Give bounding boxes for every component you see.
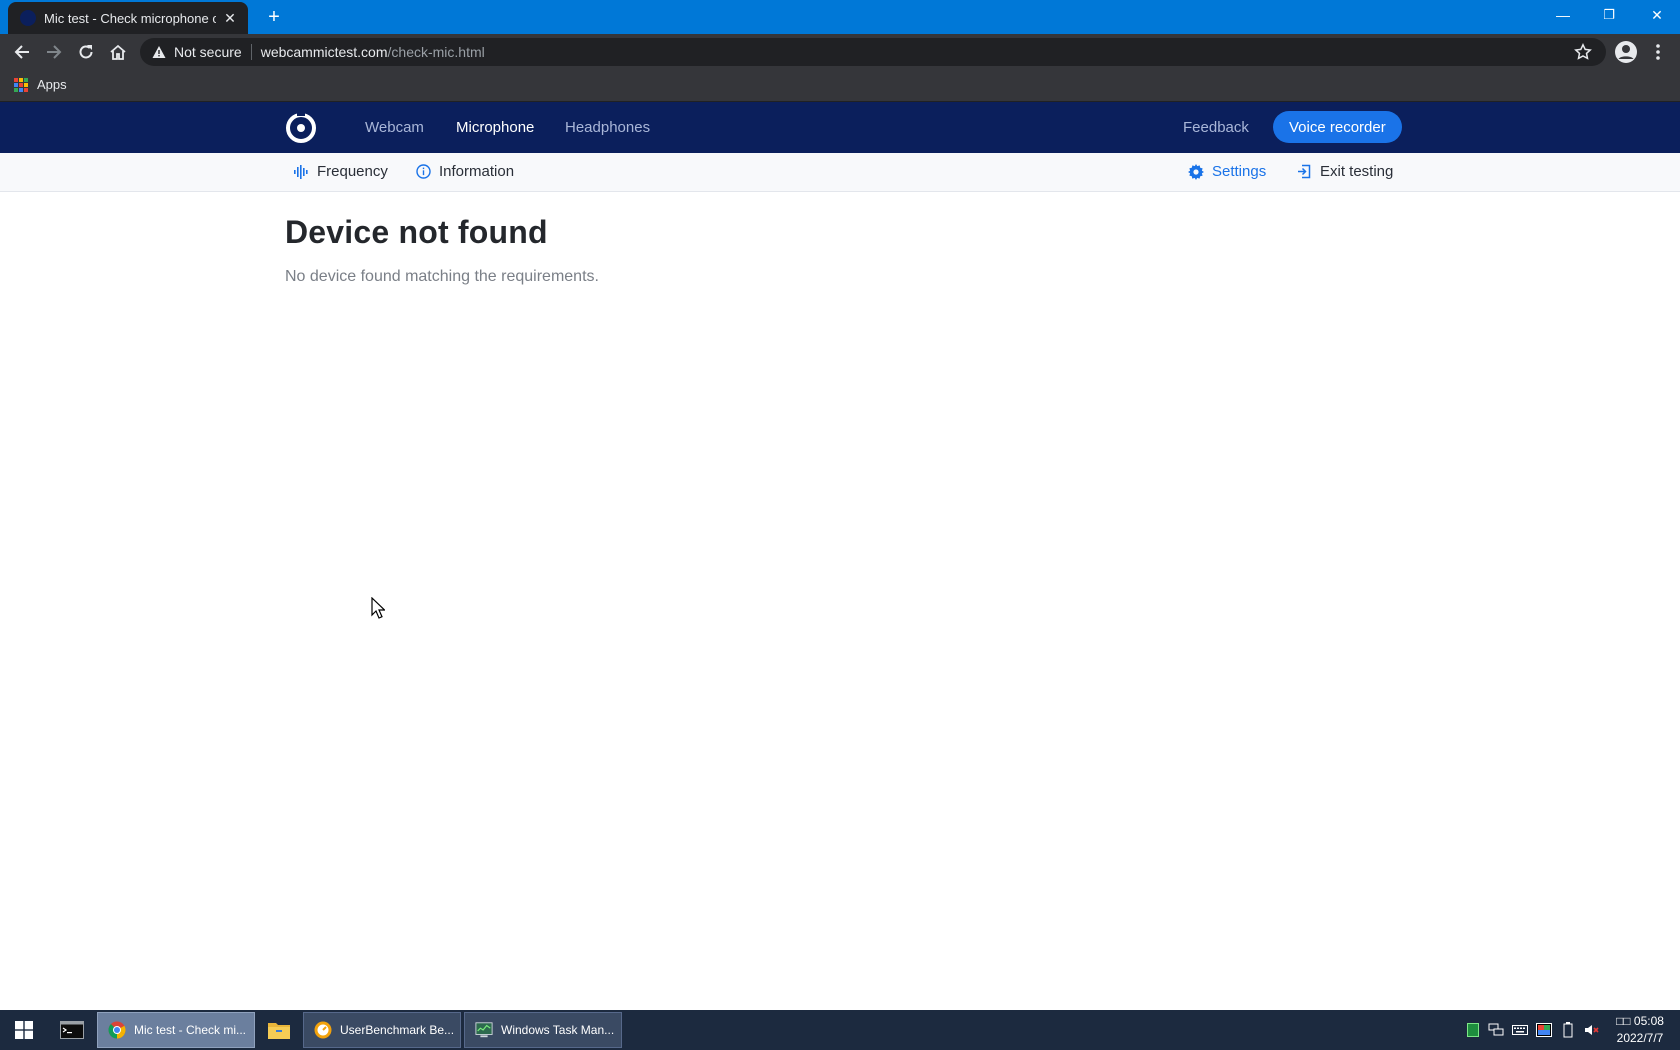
back-button[interactable] bbox=[10, 40, 34, 64]
home-icon bbox=[110, 44, 126, 60]
information-button[interactable]: Information bbox=[415, 163, 514, 180]
browser-toolbar: Not secure webcammictest.com/check-mic.h… bbox=[0, 34, 1680, 70]
browser-menu-icon[interactable] bbox=[1648, 40, 1668, 64]
taskbar-app-task-manager[interactable]: Windows Task Man... bbox=[464, 1012, 622, 1048]
exit-icon bbox=[1296, 164, 1312, 180]
home-button[interactable] bbox=[106, 40, 130, 64]
chrome-icon bbox=[108, 1021, 126, 1039]
forward-button[interactable] bbox=[42, 40, 66, 64]
exit-testing-label: Exit testing bbox=[1320, 163, 1394, 180]
info-icon bbox=[415, 164, 431, 180]
reload-icon bbox=[79, 45, 93, 59]
taskbar-clock[interactable]: □□ 05:08 2022/7/7 bbox=[1606, 1013, 1674, 1047]
voice-recorder-button[interactable]: Voice recorder bbox=[1273, 111, 1402, 143]
main-content: Device not found No device found matchin… bbox=[285, 214, 599, 286]
profile-avatar-icon[interactable] bbox=[1614, 40, 1638, 64]
tray-app-icon[interactable] bbox=[1465, 1022, 1481, 1038]
browser-titlebar: Mic test - Check microphone online ✕ + —… bbox=[0, 0, 1680, 34]
information-label: Information bbox=[439, 163, 515, 180]
apps-grid-icon bbox=[14, 77, 28, 92]
url-path: /check-mic.html bbox=[387, 44, 485, 60]
taskbar-app-chrome[interactable]: Mic test - Check mi... bbox=[97, 1012, 255, 1048]
security-label[interactable]: Not secure bbox=[174, 44, 242, 60]
clock-time: □□ 05:08 bbox=[1616, 1014, 1664, 1028]
settings-label: Settings bbox=[1212, 163, 1267, 180]
taskbar-file-explorer[interactable] bbox=[255, 1010, 303, 1050]
page-title: Device not found bbox=[285, 214, 548, 250]
warning-icon[interactable] bbox=[152, 45, 166, 59]
display-color-icon[interactable] bbox=[1536, 1022, 1552, 1038]
page-description: No device found matching the requirement… bbox=[285, 268, 599, 285]
gear-icon bbox=[1188, 163, 1204, 180]
nav-headphones[interactable]: Headphones bbox=[565, 119, 650, 136]
taskbar-terminal[interactable] bbox=[48, 1010, 96, 1050]
arrow-right-icon bbox=[47, 45, 62, 59]
url-host: webcammictest.com bbox=[260, 44, 388, 60]
bookmark-apps[interactable]: Apps bbox=[14, 77, 67, 92]
nav-webcam[interactable]: Webcam bbox=[365, 119, 424, 136]
nav-microphone[interactable]: Microphone bbox=[456, 119, 534, 136]
taskbar-app-label: UserBenchmark Be... bbox=[340, 1023, 455, 1037]
volume-muted-icon[interactable] bbox=[1584, 1022, 1600, 1038]
windows-logo-icon bbox=[15, 1021, 33, 1039]
site-header: Webcam Microphone Headphones Feedback Vo… bbox=[0, 102, 1680, 153]
battery-icon[interactable] bbox=[1560, 1022, 1576, 1038]
omnibox-separator bbox=[250, 44, 252, 60]
clock-date: 2022/7/7 bbox=[1616, 1031, 1664, 1045]
mouse-cursor-icon bbox=[371, 596, 386, 624]
bookmarks-bar: Apps bbox=[0, 70, 1680, 102]
minimize-button[interactable]: — bbox=[1540, 0, 1586, 30]
restore-button[interactable]: ❐ bbox=[1586, 0, 1632, 30]
folder-icon bbox=[268, 1023, 290, 1039]
frequency-button[interactable]: Frequency bbox=[293, 163, 388, 180]
taskbar-app-label: Windows Task Man... bbox=[501, 1023, 615, 1037]
address-bar[interactable]: Not secure webcammictest.com/check-mic.h… bbox=[140, 38, 1606, 66]
taskbar-app-userbenchmark[interactable]: UserBenchmark Be... bbox=[303, 1012, 461, 1048]
terminal-icon bbox=[60, 1021, 84, 1039]
frequency-label: Frequency bbox=[317, 163, 388, 180]
new-tab-button[interactable]: + bbox=[262, 6, 286, 28]
apps-label: Apps bbox=[37, 77, 67, 92]
site-favicon-icon bbox=[20, 10, 36, 26]
exit-testing-button[interactable]: Exit testing bbox=[1296, 163, 1393, 180]
site-logo-icon[interactable] bbox=[284, 111, 318, 145]
keyboard-icon[interactable] bbox=[1512, 1022, 1528, 1038]
close-window-button[interactable]: ✕ bbox=[1634, 0, 1680, 30]
taskbar-app-label: Mic test - Check mi... bbox=[134, 1023, 247, 1037]
arrow-left-icon bbox=[14, 45, 29, 59]
settings-button[interactable]: Settings bbox=[1188, 163, 1266, 180]
tab-title: Mic test - Check microphone online bbox=[44, 10, 216, 26]
test-toolbar: Frequency Information Settings Exit test… bbox=[0, 153, 1680, 192]
start-button[interactable] bbox=[0, 1010, 48, 1050]
windows-taskbar: Mic test - Check mi... UserBenchmark Be.… bbox=[0, 1010, 1680, 1050]
waveform-icon bbox=[293, 164, 309, 180]
task-manager-icon bbox=[475, 1021, 493, 1039]
bookmark-star-icon[interactable] bbox=[1574, 43, 1592, 66]
network-icon[interactable] bbox=[1488, 1022, 1504, 1038]
nav-feedback[interactable]: Feedback bbox=[1183, 119, 1249, 136]
userbenchmark-icon bbox=[314, 1021, 332, 1039]
reload-button[interactable] bbox=[74, 40, 98, 64]
browser-tab-active[interactable]: Mic test - Check microphone online ✕ bbox=[8, 2, 248, 34]
tab-close-icon[interactable]: ✕ bbox=[222, 10, 238, 27]
